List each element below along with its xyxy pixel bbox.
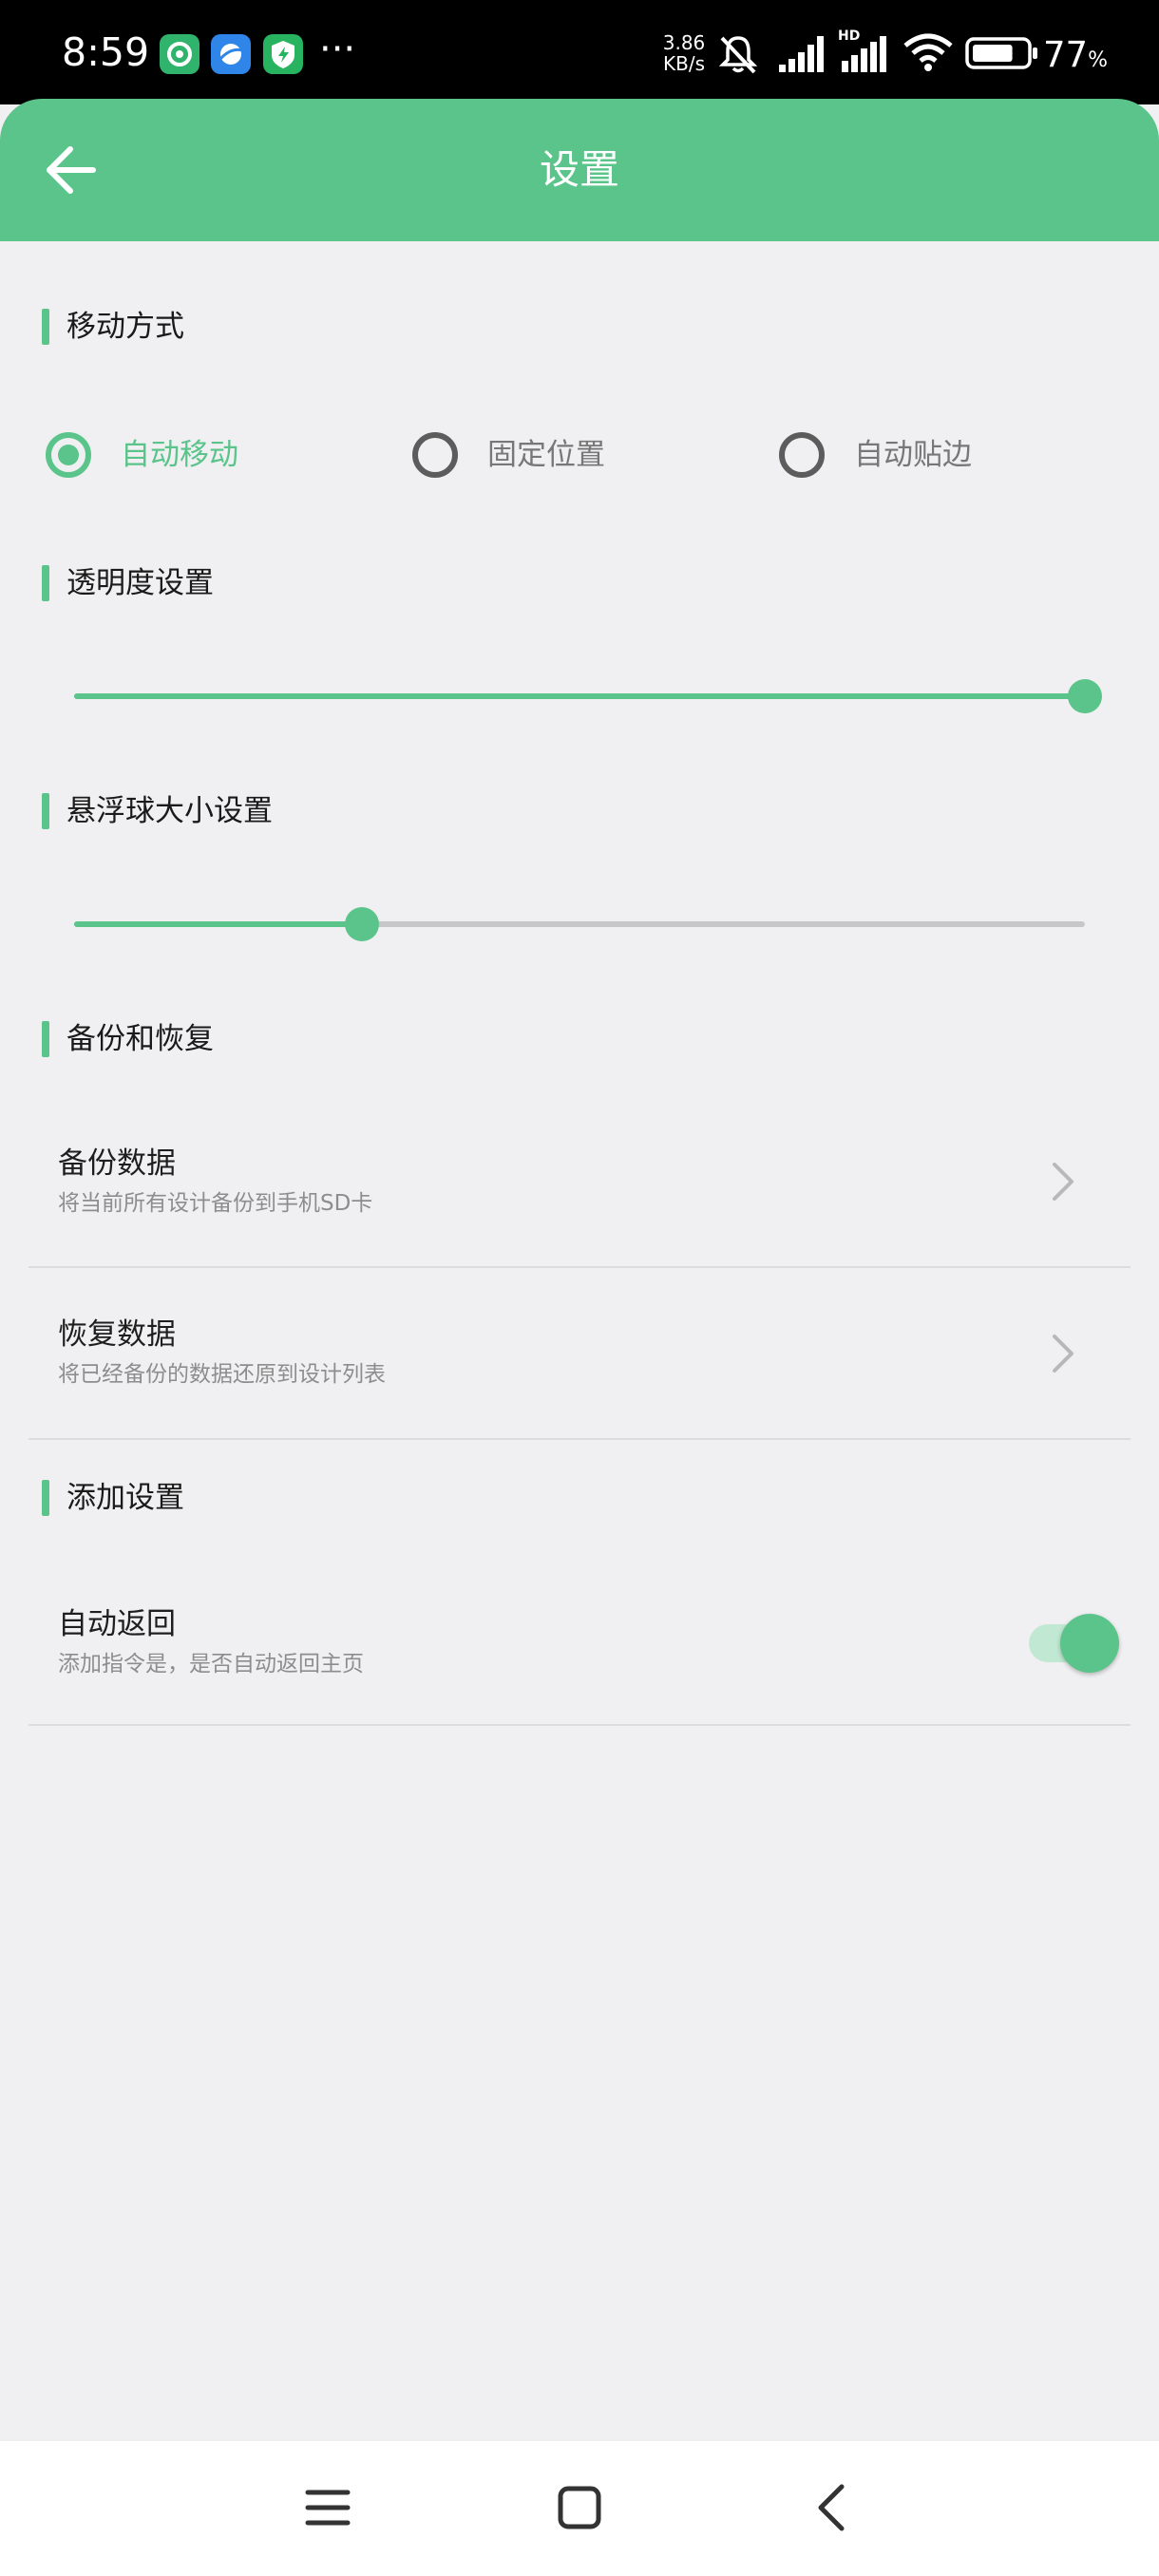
back-chevron-icon [818,2484,845,2531]
system-back-button[interactable] [798,2470,864,2546]
row-subtitle: 添加指令是，是否自动返回主页 [58,1652,364,1676]
row-title: 自动返回 [58,1607,176,1641]
auto-return-row: 自动返回 添加指令是，是否自动返回主页 [28,1558,1130,1723]
slider-thumb[interactable] [345,907,380,941]
section-indicator [42,793,49,829]
browser-notification-icon [211,34,251,74]
slider-fill [74,921,363,927]
wifi-icon [903,33,953,71]
row-title: 备份数据 [58,1146,176,1181]
radio-fixed-position[interactable]: 固定位置 [412,432,726,489]
more-notifications-icon: ··· [319,28,356,71]
divider [28,1724,1130,1726]
chevron-right-icon [1053,1335,1074,1373]
security-notification-icon [263,34,303,74]
arrow-left-icon [47,146,96,194]
ball-size-slider[interactable] [74,893,1085,956]
section-title-opacity: 透明度设置 [66,566,214,600]
net-speed: 3.86 KB/s [662,31,706,75]
menu-icon [305,2490,351,2526]
backup-data-row[interactable]: 备份数据 将当前所有设计备份到手机SD卡 [28,1102,1130,1265]
back-button[interactable] [36,135,106,205]
radio-auto-edge[interactable]: 自动贴边 [779,432,1092,489]
radio-auto-move[interactable]: 自动移动 [46,432,359,489]
restore-data-row[interactable]: 恢复数据 将已经备份的数据还原到设计列表 [28,1268,1130,1439]
mute-bell-icon [718,36,758,74]
signal-hd-icon [842,36,886,72]
row-title: 恢复数据 [58,1317,176,1352]
radio-checked-icon [46,432,91,478]
section-title-move-mode: 移动方式 [66,310,184,344]
chevron-right-icon [1053,1163,1074,1201]
radio-unchecked-icon [412,432,458,478]
section-indicator [42,1480,49,1516]
slider-fill [74,693,1085,699]
section-indicator [42,1021,49,1057]
battery-percent: 77% [1043,34,1108,75]
recent-apps-button[interactable] [294,2470,361,2546]
home-button[interactable] [546,2470,613,2546]
section-title-backup: 备份和恢复 [66,1022,214,1056]
page-title: 设置 [539,146,619,193]
app-notification-icon [160,34,200,74]
radio-label: 固定位置 [487,438,605,472]
opacity-slider[interactable] [74,665,1102,728]
section-title-add-settings: 添加设置 [66,1481,184,1515]
home-square-icon [558,2486,601,2529]
auto-return-switch[interactable] [998,1610,1119,1676]
status-time: 8:59 [62,29,150,75]
section-indicator [42,309,49,345]
section-title-ball-size: 悬浮球大小设置 [66,794,273,828]
slider-thumb[interactable] [1068,679,1102,713]
divider [28,1438,1130,1440]
signal-icon [779,36,824,72]
radio-unchecked-icon [779,432,825,478]
section-indicator [42,565,49,601]
battery-icon [965,37,1037,69]
switch-thumb [1060,1614,1119,1673]
row-subtitle: 将已经备份的数据还原到设计列表 [58,1362,386,1387]
radio-label: 自动贴边 [854,438,972,472]
radio-label: 自动移动 [121,438,238,472]
row-subtitle: 将当前所有设计备份到手机SD卡 [58,1191,373,1216]
